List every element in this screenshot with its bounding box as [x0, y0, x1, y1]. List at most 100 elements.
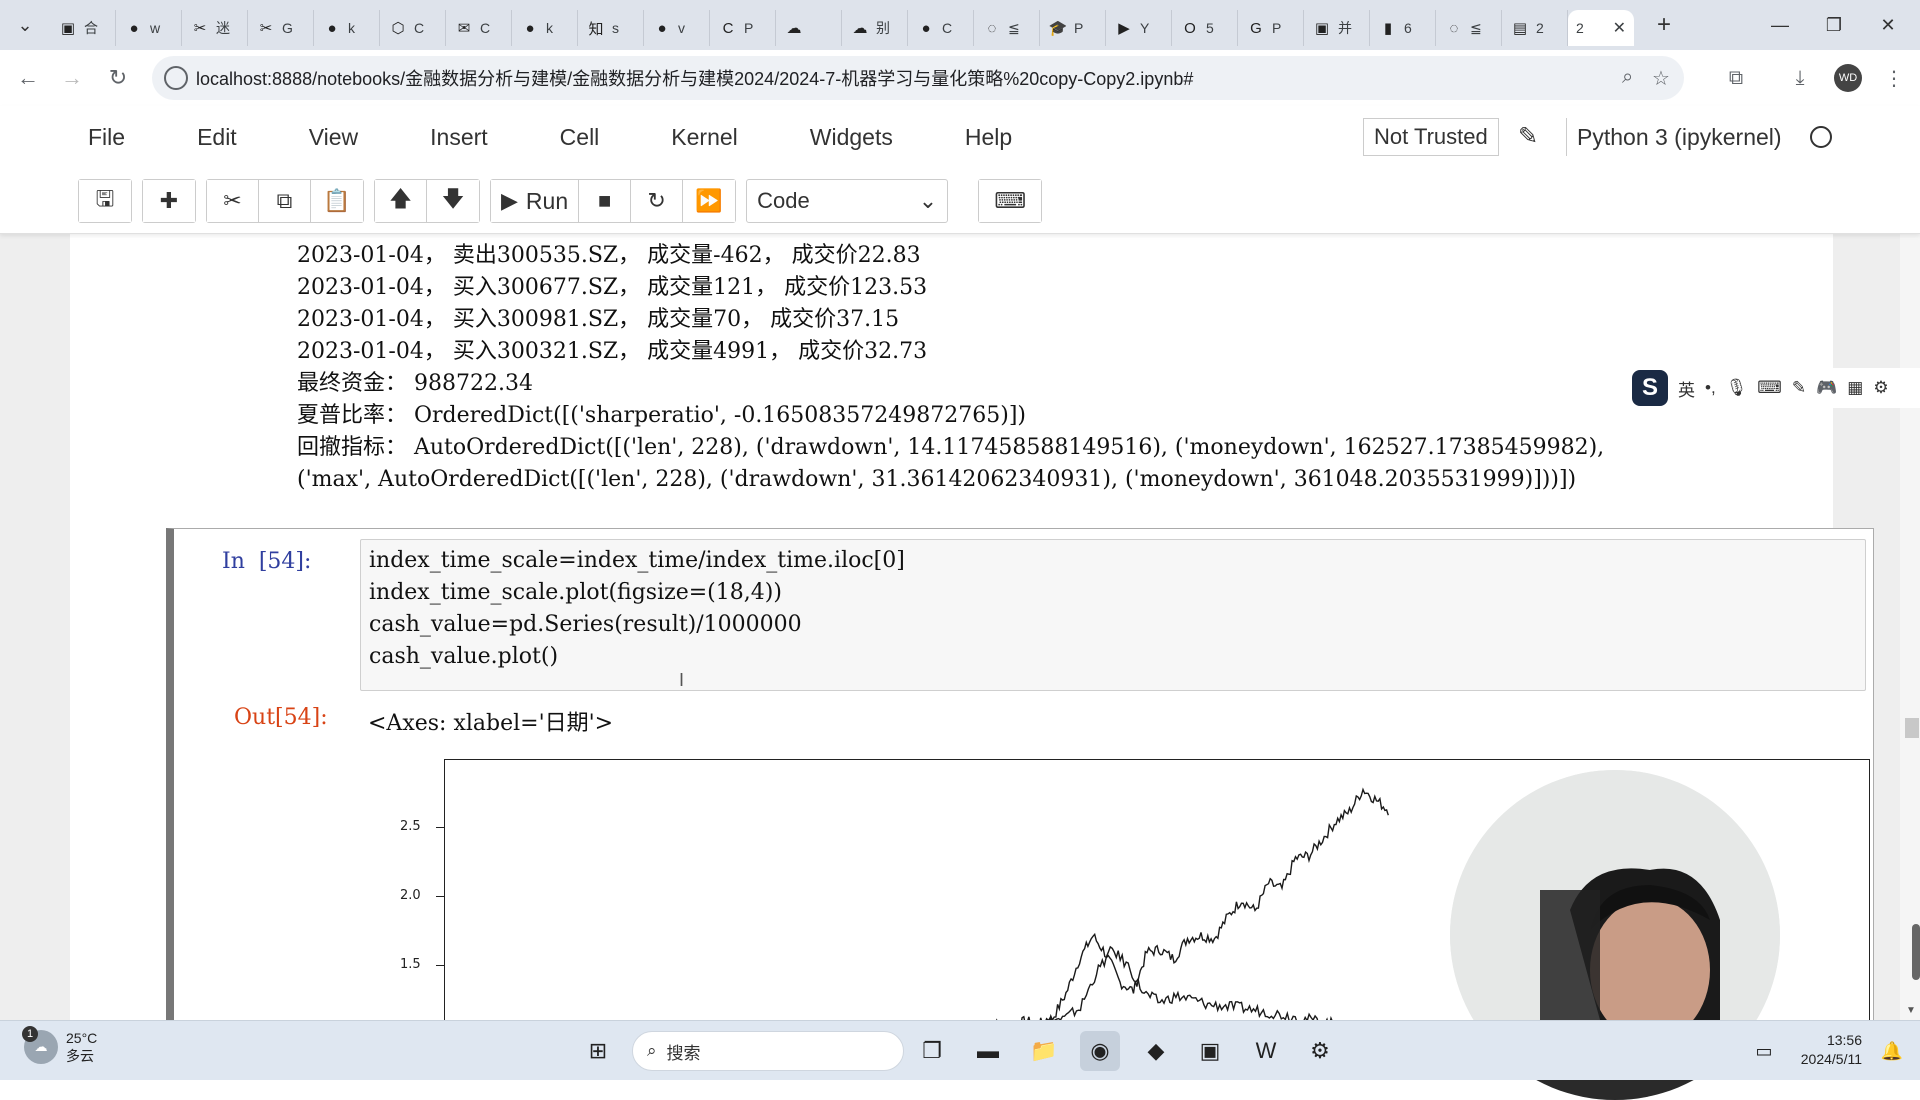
browser-tab[interactable]: ● k — [314, 10, 380, 46]
google-icon: G — [1250, 19, 1262, 37]
browser-tab[interactable]: ● v — [644, 10, 710, 46]
trusted-indicator[interactable]: Not Trusted — [1363, 118, 1499, 156]
system-clock[interactable]: 13:56 2024/5/11 — [1790, 1031, 1862, 1069]
extensions-icon[interactable]: ⧉ — [1718, 60, 1754, 96]
notification-bell-icon[interactable]: 🔔 — [1872, 1031, 1912, 1071]
close-window-button[interactable]: ✕ — [1856, 0, 1920, 50]
cell-type-select[interactable]: Code ⌄ — [746, 179, 949, 223]
browser-tab[interactable]: 知s — [578, 10, 644, 46]
settings-gear-icon[interactable]: ⚙ — [1873, 378, 1888, 398]
tab-active[interactable]: 2 ✕ — [1568, 10, 1634, 46]
tab-close-icon[interactable]: ✕ — [1613, 18, 1626, 38]
chrome-app-icon[interactable]: ◉ — [1080, 1031, 1120, 1071]
apps-grid-icon[interactable]: ▦ — [1847, 378, 1863, 398]
save-button[interactable]: 🖫 — [79, 180, 131, 222]
menu-edit[interactable]: Edit — [189, 118, 245, 157]
output-prompt: Out[54]: — [234, 705, 328, 730]
command-palette-keyboard-icon[interactable]: ⌨ — [979, 180, 1042, 222]
ime-language-label[interactable]: 英 — [1678, 376, 1695, 401]
terminal-app-icon[interactable]: ▬ — [968, 1031, 1008, 1071]
tab-label: C — [414, 20, 425, 36]
move-up-button[interactable]: 🡅 — [375, 180, 427, 222]
run-button[interactable]: ▶ Run — [491, 180, 580, 222]
browser-tab[interactable]: ▮ 6 — [1370, 10, 1436, 46]
back-button[interactable]: ← — [8, 58, 48, 98]
browser-tab[interactable]: ◌ ≦ — [1436, 10, 1502, 46]
menu-insert[interactable]: Insert — [422, 118, 496, 157]
download-icon[interactable]: ⤓ — [1782, 60, 1818, 96]
restart-run-all-button[interactable]: ⏩ — [683, 180, 736, 222]
menu-cell[interactable]: Cell — [552, 118, 608, 157]
browser-tab[interactable]: ● k — [512, 10, 578, 46]
cut-button[interactable]: ✂ — [207, 180, 259, 222]
kernel-name[interactable]: Python 3 (ipykernel) — [1566, 118, 1782, 156]
ime-toolbar[interactable]: S 英 •, 🎙 ⌨ ✎ 🎮 ▦ ⚙ — [1632, 368, 1920, 408]
cmd-app-icon[interactable]: ▣ — [1190, 1031, 1230, 1071]
obsidian-app-icon[interactable]: ◆ — [1136, 1031, 1176, 1071]
restart-button[interactable]: ↻ — [631, 180, 684, 222]
code-editor[interactable]: index_time_scale=index_time/index_time.i… — [360, 539, 1866, 691]
more-menu-icon[interactable]: ⋮ — [1876, 60, 1912, 96]
site-info-icon[interactable] — [164, 66, 188, 90]
browser-tab[interactable]: ◌ ≦ — [974, 10, 1040, 46]
chevron-down-icon: ⌄ — [918, 188, 938, 213]
gamepad-icon[interactable]: 🎮 — [1816, 378, 1837, 398]
menu-view[interactable]: View — [301, 118, 366, 157]
insert-cell-button[interactable]: ✚ — [143, 180, 195, 222]
input-prompt: In [54]: — [222, 549, 312, 574]
reload-button[interactable]: ↻ — [98, 58, 138, 98]
weather-widget[interactable]: ☁ 1 25°C 多云 — [22, 1026, 97, 1065]
browser-tab[interactable]: ● w — [116, 10, 182, 46]
browser-tab[interactable]: ▣ 合 — [50, 10, 116, 46]
profile-avatar[interactable]: WD — [1830, 60, 1866, 96]
browser-tab[interactable]: ▤ 2 — [1502, 10, 1568, 46]
punctuation-icon[interactable]: •, — [1705, 378, 1716, 398]
y-tick-mark — [436, 896, 444, 897]
url-input[interactable]: localhost:8888/notebooks/金融数据分析与建模/金融数据分… — [152, 56, 1684, 100]
forward-button[interactable]: → — [52, 58, 92, 98]
task-view-icon[interactable]: ❐ — [912, 1031, 952, 1071]
bookmark-star-icon[interactable]: ☆ — [1652, 66, 1670, 91]
browser-tab[interactable]: 🎓 P — [1040, 10, 1106, 46]
move-down-button[interactable]: 🡇 — [427, 180, 479, 222]
menu-file[interactable]: File — [80, 118, 133, 157]
new-tab-button[interactable]: + — [1644, 7, 1684, 43]
start-windows-icon[interactable]: ⊞ — [578, 1031, 618, 1071]
browser-tab[interactable]: ▣ 并 — [1304, 10, 1370, 46]
browser-tab[interactable]: ✂ G — [248, 10, 314, 46]
interrupt-button[interactable]: ■ — [579, 180, 632, 222]
browser-tab[interactable]: ▶ Y — [1106, 10, 1172, 46]
vertical-scrollbar[interactable]: ▼ — [1900, 234, 1920, 1020]
menu-help[interactable]: Help — [957, 118, 1020, 157]
browser-tab[interactable]: ● C — [908, 10, 974, 46]
file-explorer-icon[interactable]: 📁 — [1024, 1031, 1064, 1071]
misc-app-icon[interactable]: ⚙ — [1300, 1031, 1340, 1071]
browser-tab[interactable]: ⬡ C — [380, 10, 446, 46]
copy-button[interactable]: ⧉ — [259, 180, 311, 222]
tab-search-chevron-icon[interactable]: ⌄ — [0, 0, 50, 50]
taskbar-search[interactable]: ⌕ 搜索 — [632, 1031, 904, 1071]
menu-kernel[interactable]: Kernel — [663, 118, 745, 157]
skin-icon[interactable]: ✎ — [1792, 378, 1806, 398]
browser-tab[interactable]: CP — [710, 10, 776, 46]
paste-button[interactable]: 📋 — [311, 180, 363, 222]
tab-label: 别 — [876, 20, 890, 36]
browser-tab[interactable]: GP — [1238, 10, 1304, 46]
browser-tab[interactable]: ☁ 别 — [842, 10, 908, 46]
zoom-icon[interactable]: ⌕ — [1622, 66, 1633, 89]
scroll-down-arrow-icon[interactable]: ▼ — [1906, 1005, 1916, 1016]
output-line: ('max', AutoOrderedDict([('len', 228), (… — [297, 467, 1577, 492]
notebook-toolbar: 🖫 ✚ ✂ ⧉ 📋 🡅 🡇 ▶ Run ■ ↻ ⏩ Code ⌄ ⌨ — [78, 178, 1052, 224]
scissors-icon: ✂ — [193, 20, 207, 37]
scrollbar-thumb[interactable] — [1905, 718, 1919, 738]
browser-tab[interactable]: ✂ 迷 — [182, 10, 248, 46]
menu-widgets[interactable]: Widgets — [802, 118, 901, 157]
keyboard-icon[interactable]: ⌨ — [1757, 378, 1782, 398]
microphone-icon[interactable]: 🎙 — [1726, 378, 1748, 398]
browser-tab[interactable]: ✉ C — [446, 10, 512, 46]
browser-tab[interactable]: O5 — [1172, 10, 1238, 46]
scrollbar-thumb-page[interactable] — [1912, 924, 1920, 980]
browser-tab[interactable]: ☁ — [776, 10, 842, 46]
wps-app-icon[interactable]: W — [1246, 1031, 1286, 1071]
battery-icon[interactable]: ▭ — [1744, 1031, 1784, 1071]
